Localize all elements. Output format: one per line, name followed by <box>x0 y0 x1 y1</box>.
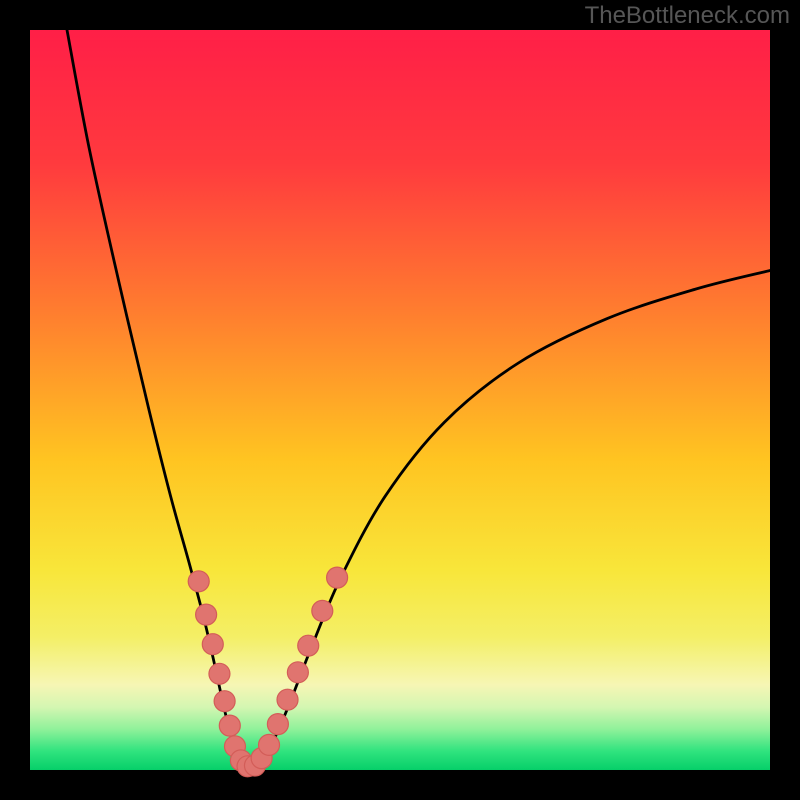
data-marker <box>214 691 235 712</box>
data-marker <box>196 604 217 625</box>
data-marker <box>327 567 348 588</box>
data-marker <box>277 689 298 710</box>
data-marker <box>219 715 240 736</box>
data-marker <box>312 600 333 621</box>
attribution-label: TheBottleneck.com <box>585 2 790 30</box>
data-marker <box>267 714 288 735</box>
data-marker <box>202 634 223 655</box>
chart-container: TheBottleneck.com <box>0 0 800 800</box>
data-marker <box>287 662 308 683</box>
data-marker <box>259 734 280 755</box>
data-marker <box>298 635 319 656</box>
bottleneck-chart <box>0 0 800 800</box>
data-marker <box>188 571 209 592</box>
data-marker <box>209 663 230 684</box>
chart-background <box>30 30 770 770</box>
